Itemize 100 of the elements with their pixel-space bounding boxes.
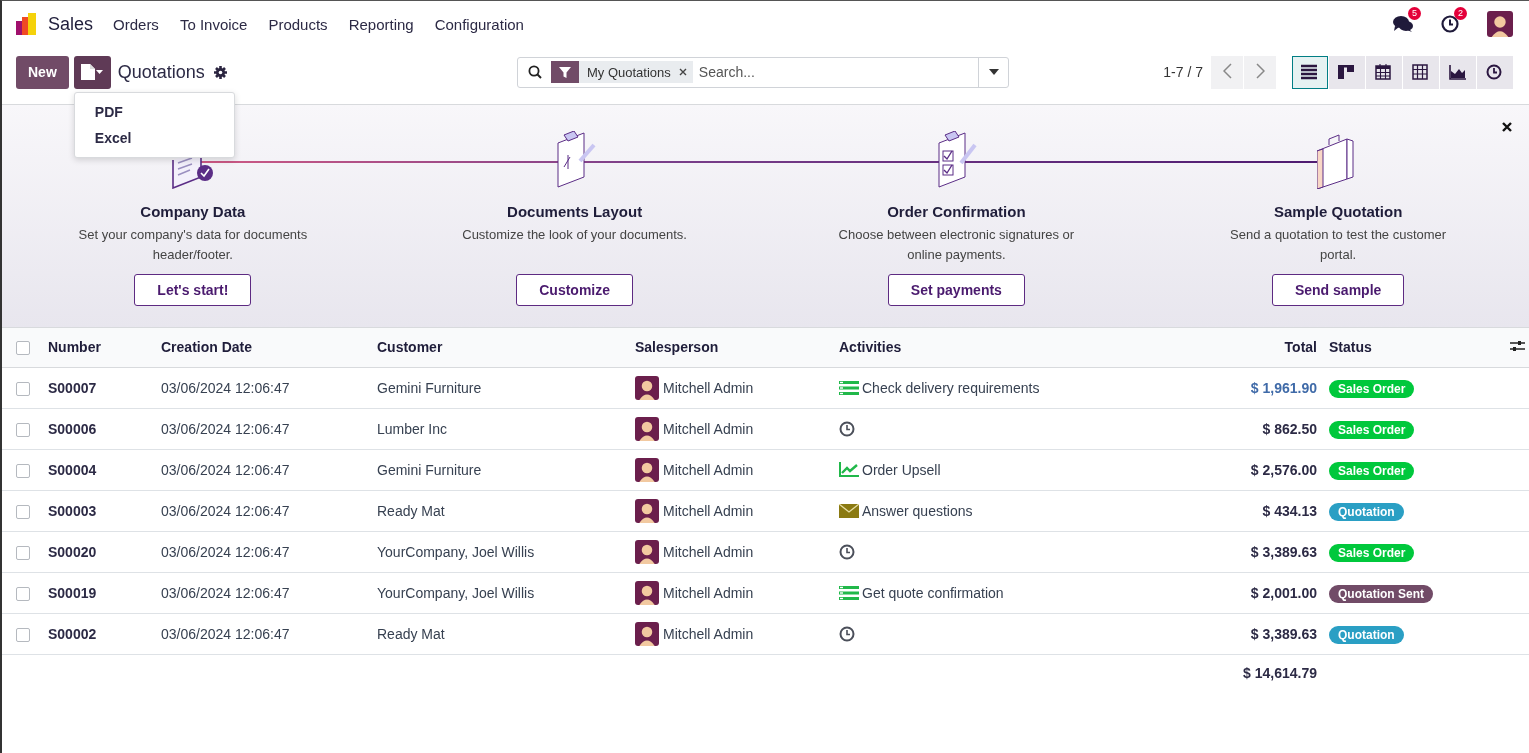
tasks-icon[interactable] [839, 380, 859, 395]
activity-summary[interactable]: Order Upsell [862, 461, 941, 478]
menu-item[interactable]: Configuration [434, 15, 524, 33]
app-name[interactable]: Sales [48, 13, 94, 35]
table-cell: Gemini Furniture [377, 461, 482, 478]
column-header[interactable]: Activities [839, 339, 902, 356]
activity-summary[interactable]: Get quote confirmation [862, 584, 1004, 601]
total-amount: $ 862.50 [1262, 420, 1317, 437]
column-header[interactable]: Status [1329, 339, 1372, 356]
status-tag: Sales Order [1329, 543, 1415, 562]
filter-facet[interactable]: My Quotations [551, 61, 693, 83]
filter-icon [551, 61, 579, 83]
step-description: Send a quotation to test the customer portal. [1229, 226, 1448, 264]
column-header[interactable]: Total [1284, 339, 1317, 356]
notification-badge: 5 [1408, 7, 1421, 20]
step-title: Company Data [140, 203, 246, 220]
step-description: Choose between electronic signatures or online payments. [837, 226, 1076, 264]
row-checkbox[interactable] [16, 463, 30, 478]
view-switch-button[interactable] [1292, 55, 1328, 89]
user-avatar [635, 416, 659, 441]
step-button[interactable]: Set payments [887, 274, 1025, 306]
grand-total: $ 14,614.79 [1243, 665, 1317, 682]
table-cell: Lumber Inc [377, 420, 448, 437]
dropdown-item[interactable]: Excel [74, 124, 234, 151]
export-button[interactable] [73, 55, 111, 89]
table-cell: S00002 [48, 625, 97, 642]
view-switch-button[interactable] [1440, 55, 1476, 89]
step-description: Customize the look of your documents. [462, 226, 687, 244]
salesperson-name: Mitchell Admin [663, 420, 754, 437]
column-header[interactable]: Creation Date [161, 339, 253, 356]
table-cell: S00004 [48, 461, 97, 478]
table-cell: S00007 [48, 379, 97, 396]
row-checkbox[interactable] [16, 627, 30, 642]
total-amount: $ 1,961.90 [1250, 379, 1317, 396]
caret-icon [988, 69, 999, 75]
close-icon[interactable] [678, 68, 687, 76]
search-bar[interactable]: My Quotations Search... [517, 56, 1009, 88]
view-switch-button[interactable] [1329, 55, 1365, 89]
activity-summary[interactable]: Answer questions [862, 502, 973, 519]
list-icon [1301, 64, 1319, 80]
line-chart-icon[interactable] [839, 462, 859, 477]
tasks-icon[interactable] [839, 585, 859, 600]
close-icon[interactable] [1502, 122, 1512, 132]
chevron-right-icon [1255, 62, 1265, 79]
status-tag: Quotation [1329, 625, 1404, 644]
view-switch-button[interactable] [1403, 55, 1439, 89]
gear-icon[interactable] [213, 65, 227, 79]
row-checkbox[interactable] [16, 545, 30, 560]
total-amount: $ 3,389.63 [1250, 543, 1317, 560]
view-switch-button[interactable] [1477, 55, 1513, 89]
row-checkbox[interactable] [16, 381, 30, 396]
table-cell: 03/06/2024 12:06:47 [161, 584, 290, 601]
menu-item[interactable]: Reporting [348, 15, 414, 33]
salesperson-name: Mitchell Admin [663, 543, 754, 560]
systray-button[interactable]: 2 [1441, 7, 1467, 33]
menu-item[interactable]: Products [268, 15, 328, 33]
select-all-checkbox[interactable] [16, 341, 30, 356]
status-tag: Sales Order [1329, 379, 1415, 398]
total-amount: $ 2,001.00 [1250, 584, 1317, 601]
clock-icon[interactable] [839, 420, 855, 437]
view-switch-button[interactable] [1366, 55, 1402, 89]
user-avatar [635, 498, 659, 523]
menu-item[interactable]: Orders [113, 15, 159, 33]
table-cell: S00020 [48, 543, 97, 560]
chat-icon [1393, 15, 1413, 33]
step-title: Documents Layout [507, 203, 643, 220]
dropdown-item[interactable]: PDF [74, 98, 234, 125]
clock-icon[interactable] [839, 543, 855, 560]
calendar-icon [1375, 64, 1393, 80]
column-header[interactable]: Customer [377, 339, 443, 356]
step-description: Set your company's data for documents header/footer. [77, 226, 309, 264]
clock-icon [1486, 64, 1504, 80]
clock-icon[interactable] [839, 625, 855, 642]
table-cell: 03/06/2024 12:06:47 [161, 420, 290, 437]
menu-item[interactable]: To Invoice [179, 15, 248, 33]
salesperson-name: Mitchell Admin [663, 461, 754, 478]
column-header[interactable]: Number [48, 339, 101, 356]
app-logo-icon [16, 13, 38, 35]
total-amount: $ 3,389.63 [1250, 625, 1317, 642]
new-button[interactable]: New [16, 55, 69, 89]
salesperson-name: Mitchell Admin [663, 625, 754, 642]
table-cell: 03/06/2024 12:06:47 [161, 625, 290, 642]
step-button[interactable]: Send sample [1271, 274, 1405, 306]
table-cell: 03/06/2024 12:06:47 [161, 461, 290, 478]
step-title: Order Confirmation [887, 203, 1026, 220]
row-checkbox[interactable] [16, 504, 30, 519]
activity-summary[interactable]: Check delivery requirements [862, 379, 1040, 396]
settings-sliders-icon[interactable] [1510, 340, 1525, 353]
column-header[interactable]: Salesperson [635, 339, 719, 356]
row-checkbox[interactable] [16, 422, 30, 437]
row-checkbox[interactable] [16, 586, 30, 601]
clock-icon [1441, 15, 1459, 33]
user-avatar[interactable] [1487, 11, 1513, 37]
file-icon [81, 64, 104, 80]
step-button[interactable]: Customize [516, 274, 633, 306]
total-amount: $ 434.13 [1262, 502, 1317, 519]
notification-badge: 2 [1454, 7, 1467, 20]
envelope-icon[interactable] [839, 503, 859, 518]
step-button[interactable]: Let's start! [134, 274, 252, 306]
systray-button[interactable]: 5 [1393, 7, 1421, 33]
